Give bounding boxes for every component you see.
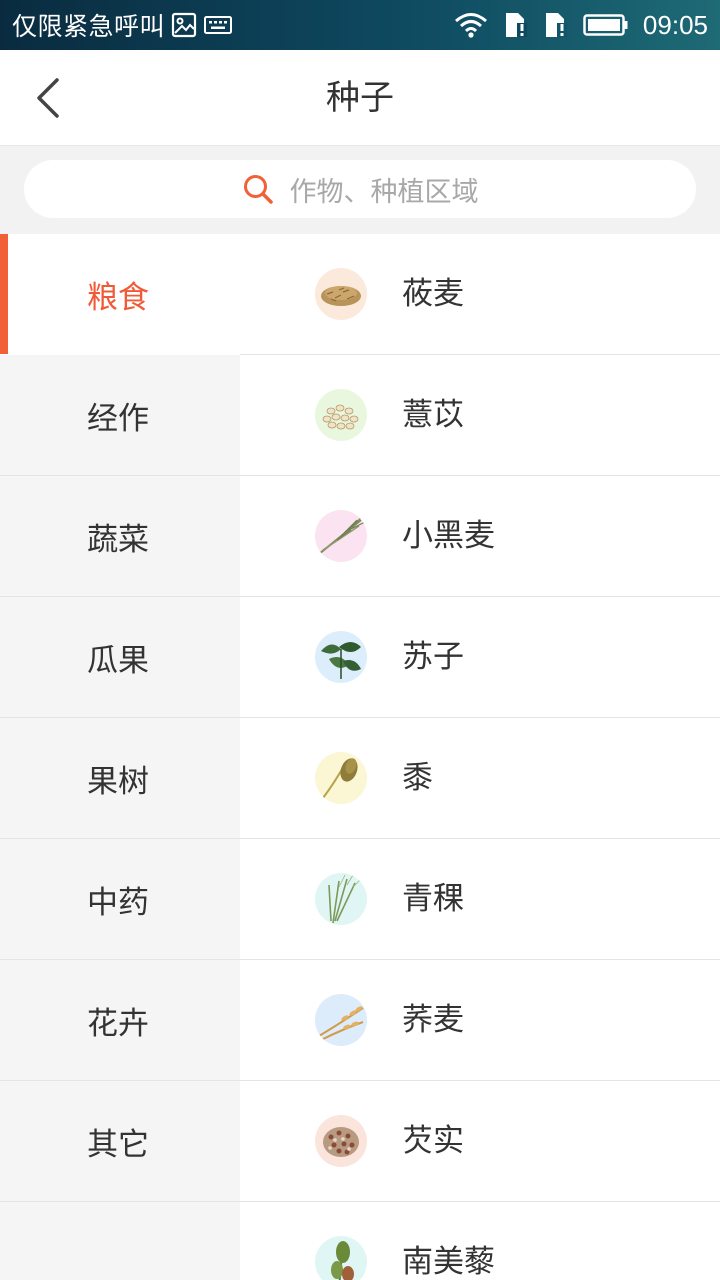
list-item[interactable]: 南美藜: [240, 1202, 720, 1280]
category-label: 经作: [87, 400, 149, 437]
category-label: 果树: [87, 763, 149, 800]
crop-label: 莜麦: [402, 276, 464, 312]
search-bar-container: 作物、种植区域: [0, 146, 720, 234]
category-label: 其它: [87, 1126, 149, 1163]
category-item-flowers[interactable]: 花卉: [0, 960, 240, 1081]
list-item[interactable]: 荞麦: [240, 960, 720, 1081]
list-item[interactable]: 莜麦: [240, 234, 720, 355]
crop-label: 薏苡: [402, 397, 464, 433]
buckwheat-ear-icon: [315, 994, 367, 1046]
category-item-grain[interactable]: 粮食: [0, 234, 240, 355]
millet-panicle-icon: [315, 752, 367, 804]
list-item[interactable]: 薏苡: [240, 355, 720, 476]
crop-label: 小黑麦: [402, 518, 495, 554]
category-label: 瓜果: [87, 642, 149, 679]
crop-label: 黍: [402, 760, 433, 796]
list-item[interactable]: 黍: [240, 718, 720, 839]
fox-nut-seed-icon: [315, 1115, 367, 1167]
category-label: 粮食: [87, 279, 149, 316]
crop-label: 苏子: [402, 639, 464, 675]
list-item[interactable]: 小黑麦: [240, 476, 720, 597]
category-item-fruit-trees[interactable]: 果树: [0, 718, 240, 839]
job-tears-seed-icon: [315, 389, 367, 441]
clock: 09:05: [642, 9, 708, 40]
keyboard-icon: [204, 16, 233, 34]
crop-label: 荞麦: [402, 1002, 464, 1038]
sim2-alert-icon: [545, 13, 567, 37]
status-bar: 仅限紧急呼叫 09:05: [0, 0, 720, 50]
search-icon: [243, 175, 273, 204]
status-right: 09:05: [453, 0, 708, 50]
category-item-others[interactable]: 其它: [0, 1081, 240, 1202]
search-placeholder: 作物、种植区域: [289, 176, 479, 208]
oat-grain-icon: [315, 268, 367, 320]
app-header: 种子: [0, 50, 720, 146]
crop-label: 芡实: [402, 1123, 464, 1159]
highland-barley-icon: [315, 873, 367, 925]
crop-list: 莜麦 薏苡 小黑麦 苏子 黍 青稞 荞麦 芡实 南美藜: [240, 234, 720, 1280]
battery-icon: [583, 14, 628, 36]
crop-label: 南美藜: [402, 1244, 495, 1280]
selected-indicator: [0, 234, 8, 354]
category-item-herbs[interactable]: 中药: [0, 839, 240, 960]
image-icon: [171, 12, 197, 38]
category-sidebar: 粮食 经作 蔬菜 瓜果 果树 中药 花卉 其它: [0, 234, 240, 1280]
wifi-icon: [454, 13, 487, 38]
crop-label: 青稞: [402, 881, 464, 917]
category-label: 蔬菜: [87, 521, 149, 558]
category-label: 花卉: [87, 1005, 149, 1042]
list-item[interactable]: 芡实: [240, 1081, 720, 1202]
quinoa-plant-icon: [315, 1236, 367, 1280]
perilla-leaf-icon: [315, 631, 367, 683]
category-label: 中药: [87, 884, 149, 921]
category-item-melons-fruits[interactable]: 瓜果: [0, 597, 240, 718]
search-input[interactable]: 作物、种植区域: [24, 160, 696, 218]
sim1-alert-icon: [505, 13, 527, 37]
list-item[interactable]: 苏子: [240, 597, 720, 718]
status-left: 仅限紧急呼叫: [12, 0, 233, 50]
category-item-vegetables[interactable]: 蔬菜: [0, 476, 240, 597]
triticale-ear-icon: [315, 510, 367, 562]
category-item-cash-crops[interactable]: 经作: [0, 355, 240, 476]
carrier-text: 仅限紧急呼叫: [12, 12, 166, 41]
page-title: 种子: [326, 78, 394, 118]
list-item[interactable]: 青稞: [240, 839, 720, 960]
